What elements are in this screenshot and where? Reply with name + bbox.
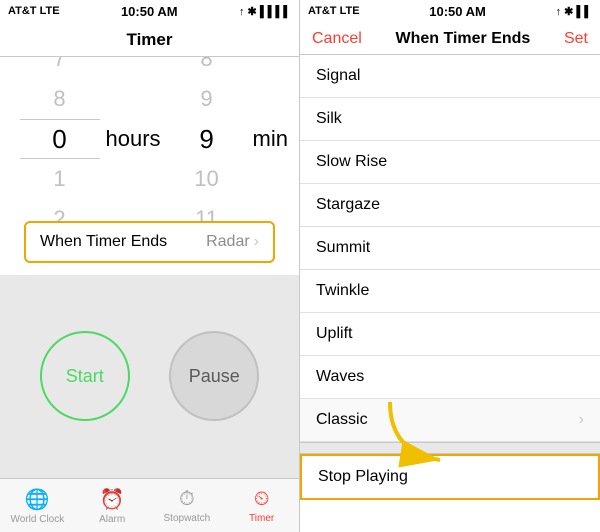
- min-item-8b: 8: [167, 57, 247, 79]
- carrier-right: AT&T LTE: [308, 5, 360, 17]
- min-selected: 9: [167, 119, 247, 159]
- pause-button[interactable]: Pause: [169, 331, 259, 421]
- when-timer-wrapper[interactable]: When Timer Ends Radar ›: [0, 221, 299, 275]
- minutes-column[interactable]: - 8 9 9 10 11 12: [167, 57, 247, 221]
- tab-bar: 🌐 World Clock ⏰ Alarm ⏱ Stopwatch ⏲ Time…: [0, 478, 299, 532]
- sound-name-twinkle: Twinkle: [316, 282, 369, 300]
- when-timer-label: When Timer Ends: [40, 233, 167, 251]
- sound-item-summit[interactable]: Summit: [300, 227, 600, 270]
- right-panel: AT&T LTE 10:50 AM ↑ ✱ ▌▌ Cancel When Tim…: [300, 0, 600, 532]
- hour-item-1: 1: [20, 159, 100, 199]
- chevron-classic-icon: ›: [579, 411, 584, 429]
- sound-item-slow-rise[interactable]: Slow Rise: [300, 141, 600, 184]
- tab-timer-label: Timer: [249, 513, 274, 524]
- sound-list: Signal Silk Slow Rise Stargaze Summit Tw…: [300, 55, 600, 532]
- sound-name-slow-rise: Slow Rise: [316, 153, 387, 171]
- timer-icon: ⏲: [254, 488, 270, 511]
- right-title: When Timer Ends: [395, 30, 530, 48]
- hours-label-col: hours: [100, 119, 167, 159]
- tab-alarm-label: Alarm: [99, 514, 125, 525]
- signal-icon: ↑ ✱ ▌▌▌▌: [239, 5, 291, 18]
- tab-world-clock[interactable]: 🌐 World Clock: [0, 479, 75, 532]
- stop-playing-label: Stop Playing: [318, 468, 408, 486]
- buttons-area: Start Pause: [0, 275, 299, 479]
- left-panel: AT&T LTE 10:50 AM ↑ ✱ ▌▌▌▌ Timer 6 7 8 0…: [0, 0, 300, 532]
- hour-item-7: 7: [20, 57, 100, 79]
- sound-name-summit: Summit: [316, 239, 370, 257]
- sound-name-stargaze: Stargaze: [316, 196, 380, 214]
- tab-timer[interactable]: ⏲ Timer: [224, 479, 299, 532]
- hours-label: hours: [102, 119, 165, 159]
- status-icons-right: ↑ ✱ ▌▌: [556, 5, 592, 18]
- stopwatch-icon: ⏱: [179, 488, 195, 511]
- status-left: AT&T LTE: [8, 5, 60, 17]
- sound-name-uplift: Uplift: [316, 325, 352, 343]
- sound-item-silk[interactable]: Silk: [300, 98, 600, 141]
- time-right: 10:50 AM: [429, 4, 486, 19]
- start-label: Start: [66, 366, 104, 387]
- section-divider: [300, 442, 600, 454]
- sound-item-signal[interactable]: Signal: [300, 55, 600, 98]
- stop-playing-item[interactable]: Stop Playing: [300, 454, 600, 500]
- start-button[interactable]: Start: [40, 331, 130, 421]
- nav-bar-left: Timer: [0, 22, 299, 57]
- when-timer-current: Radar: [206, 233, 250, 251]
- min-label: min: [249, 119, 292, 159]
- when-timer-row[interactable]: When Timer Ends Radar ›: [24, 221, 275, 263]
- tab-alarm[interactable]: ⏰ Alarm: [75, 479, 150, 532]
- sound-name-silk: Silk: [316, 110, 342, 128]
- cancel-button[interactable]: Cancel: [312, 30, 362, 48]
- tab-stopwatch[interactable]: ⏱ Stopwatch: [150, 479, 225, 532]
- sound-name-waves: Waves: [316, 368, 364, 386]
- when-timer-value: Radar ›: [206, 233, 259, 251]
- min-item-11: 11: [167, 199, 247, 221]
- sound-item-stargaze[interactable]: Stargaze: [300, 184, 600, 227]
- min-item-10: 10: [167, 159, 247, 199]
- sound-name-classic: Classic: [316, 411, 368, 429]
- hours-column[interactable]: 6 7 8 0 1 2 3: [20, 57, 100, 221]
- sound-item-uplift[interactable]: Uplift: [300, 313, 600, 356]
- chevron-right-icon: ›: [254, 233, 259, 251]
- picker-area[interactable]: 6 7 8 0 1 2 3 hours - 8 9: [0, 57, 299, 221]
- sound-name-signal: Signal: [316, 67, 360, 85]
- nav-bar-right: Cancel When Timer Ends Set: [300, 22, 600, 55]
- tab-stopwatch-label: Stopwatch: [164, 513, 211, 524]
- min-label-col: min: [247, 119, 294, 159]
- sound-item-twinkle[interactable]: Twinkle: [300, 270, 600, 313]
- carrier-left: AT&T LTE: [8, 5, 60, 17]
- left-title: Timer: [127, 30, 173, 49]
- set-button[interactable]: Set: [564, 30, 588, 48]
- hour-selected: 0: [20, 119, 100, 159]
- stop-playing-section: Stop Playing: [300, 442, 600, 500]
- world-clock-icon: 🌐: [25, 487, 50, 512]
- sound-item-classic[interactable]: Classic ›: [300, 399, 600, 442]
- time-left: 10:50 AM: [121, 4, 178, 19]
- picker-scroll: 6 7 8 0 1 2 3 hours - 8 9: [20, 57, 280, 221]
- status-bar-left: AT&T LTE 10:50 AM ↑ ✱ ▌▌▌▌: [0, 0, 299, 22]
- pause-label: Pause: [189, 366, 240, 387]
- status-bar-right: AT&T LTE 10:50 AM ↑ ✱ ▌▌: [300, 0, 600, 22]
- alarm-icon: ⏰: [100, 487, 125, 512]
- hour-item-8: 8: [20, 79, 100, 119]
- tab-world-clock-label: World Clock: [11, 514, 65, 525]
- hour-item-2: 2: [20, 199, 100, 221]
- min-item-9b: 9: [167, 79, 247, 119]
- sound-item-waves[interactable]: Waves: [300, 356, 600, 399]
- status-right-left: ↑ ✱ ▌▌▌▌: [239, 5, 291, 18]
